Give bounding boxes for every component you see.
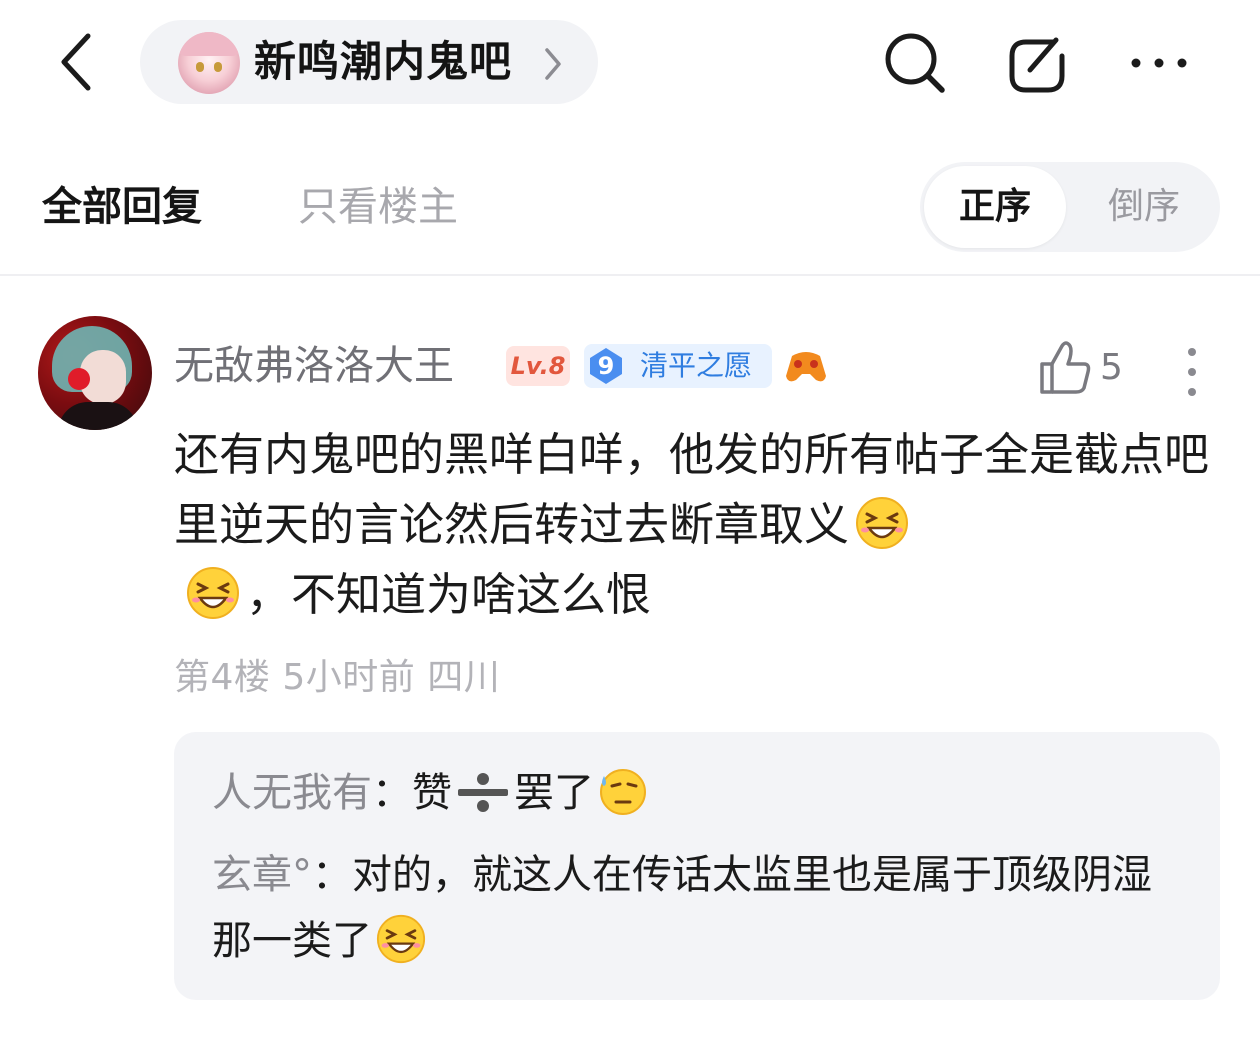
sub-reply-2[interactable]: 玄章°：对的，就这人在传话太监里也是属于顶级阴湿那一类了 [212,842,1172,974]
laugh-emoji-icon [856,497,909,549]
floor-number: 第4楼 [174,657,271,698]
forum-avatar [178,32,240,94]
like-button[interactable]: 5 [1038,338,1134,398]
post-more-button[interactable] [1180,346,1204,398]
tab-all-replies[interactable]: 全部回复 [42,182,202,232]
sort-toggle: 正序 倒序 [920,162,1220,252]
vertical-more-icon [1188,348,1196,396]
search-icon [885,33,945,93]
sub-reply-separator: ： [312,852,352,898]
sub-reply-separator: ： [372,770,412,816]
edit-icon [1009,37,1065,93]
edit-button[interactable] [1004,30,1070,96]
gamepad-icon [784,346,828,386]
avatar[interactable] [38,316,152,430]
fan-badge[interactable]: 9 清平之愿 [584,344,772,388]
tab-owner-only[interactable]: 只看楼主 [298,182,458,232]
thumbs-up-icon [1040,341,1091,394]
username[interactable]: 无敌弗洛洛大王 [174,340,454,392]
sub-reply-text: 对的，就这人在传话太监里也是属于顶级阴湿那一类了 [212,852,1152,964]
laugh-emoji-icon [376,914,426,964]
laugh-emoji-icon [187,567,239,619]
chevron-right-icon [545,48,561,80]
forum-pill[interactable]: 新鸣潮内鬼吧 [140,20,598,104]
back-arrow-icon [61,33,91,91]
back-button[interactable] [52,26,112,98]
sweat-emoji-icon [600,769,646,815]
sort-asc-button[interactable]: 正序 [924,166,1066,248]
post-content: 还有内鬼吧的黑咩白咩，他发的所有帖子全是截点吧里逆天的言论然后转过去断章取义 ，… [174,420,1214,630]
sub-reply-1[interactable]: 人无我有：赞 罢了 [212,760,1172,826]
sub-reply-author[interactable]: 玄章° [212,852,312,898]
forum-name: 新鸣潮内鬼吧 [254,37,513,86]
post-content-text-2: ，不知道为啥这么恨 [246,568,652,621]
more-button[interactable] [1126,46,1192,80]
post-content-text-1: 还有内鬼吧的黑咩白咩，他发的所有帖子全是截点吧里逆天的言论然后转过去断章取义 [174,428,1210,551]
sub-reply-text-after: 罢了 [514,770,594,816]
divider [0,274,1260,276]
more-icon [1131,58,1187,68]
sub-replies-box[interactable]: 人无我有：赞 罢了 玄章°：对的，就这人在传话太监里也是属于顶级阴湿那一类了 [174,732,1220,1000]
level-badge: Lv.8 [506,346,570,386]
post-time: 5小时前 [282,657,416,698]
sub-reply-text-before: 赞 [412,770,452,816]
post-location: 四川 [427,657,501,698]
sort-desc-button[interactable]: 倒序 [1072,166,1216,248]
fan-level: 9 [597,352,615,380]
fan-title: 清平之愿 [640,349,753,382]
divide-icon [458,773,508,812]
like-count: 5 [1100,347,1123,388]
post-meta: 第4楼 5小时前 四川 [174,652,500,704]
search-button[interactable] [882,30,948,96]
sub-reply-author[interactable]: 人无我有 [212,770,372,816]
